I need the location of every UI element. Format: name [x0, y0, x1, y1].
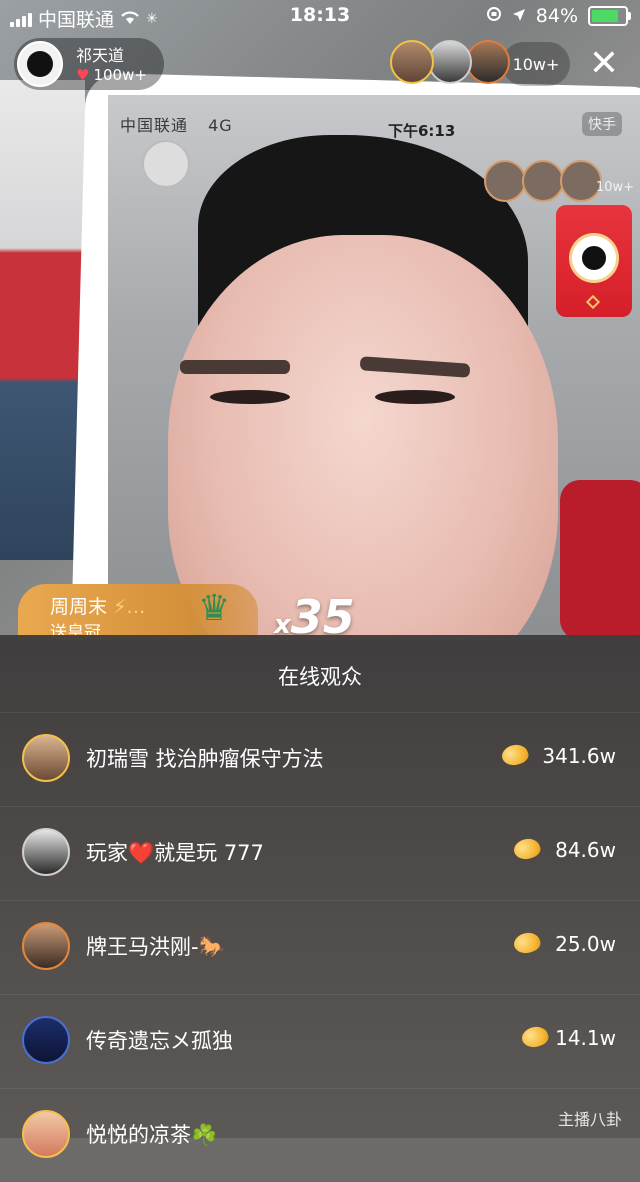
bean-icon [511, 929, 543, 957]
viewer-name: 传奇遗忘メ孤独 [86, 1029, 233, 1053]
anchor-avatar[interactable] [17, 41, 63, 87]
status-bar: 中国联通 ✳ 18:13 84% [0, 0, 640, 32]
viewer-name: 玩家❤️就是玩 777 [86, 841, 264, 865]
inner-network: 4G [208, 116, 233, 135]
live-video-background: 中国联通 4G 下午6:13 快手 10w+ [0, 0, 640, 640]
close-icon[interactable]: ✕ [584, 44, 624, 84]
gift-sender-name: 周周末 [50, 596, 108, 618]
sender-badge-icon: ⚡… [113, 596, 146, 618]
viewer-contribution: 25.0w [555, 932, 616, 956]
location-icon [512, 5, 526, 27]
inner-viewer-avatar [484, 160, 526, 202]
anchor-info[interactable]: 祁天道 ♥ 100w+ [14, 38, 164, 90]
viewer-contribution: 341.6w [542, 744, 616, 768]
gift-sender-line: 周周末 ⚡… [50, 592, 145, 619]
heart-icon: ♥ [76, 66, 90, 84]
viewer-row[interactable]: 玩家❤️就是玩 777 84.6w [0, 807, 640, 901]
eye [210, 390, 290, 404]
inner-app-brand: 快手 [582, 112, 622, 136]
viewer-avatar[interactable] [22, 1016, 70, 1064]
viewer-row[interactable]: 牌王马洪刚-🐎 25.0w [0, 901, 640, 995]
anchor-name: 祁天道 [76, 46, 125, 65]
face [168, 235, 558, 640]
viewer-list: 初瑞雪 找治肿瘤保守方法 341.6w 玩家❤️就是玩 777 84.6w 牌王… [0, 713, 640, 1182]
viewer-row[interactable]: 初瑞雪 找治肿瘤保守方法 341.6w [0, 713, 640, 807]
viewer-name: 牌王马洪刚-🐎 [86, 935, 225, 959]
inner-viewer-avatars [484, 160, 602, 202]
viewer-contribution: 84.6w [555, 838, 616, 862]
red-object [560, 480, 640, 640]
diamond-icon [585, 294, 601, 310]
rotation-lock-icon [486, 5, 502, 27]
battery-icon [588, 6, 631, 26]
bean-icon [499, 741, 531, 769]
viewer-contribution: 14.1w [555, 1026, 616, 1050]
top-viewer-avatar[interactable] [428, 40, 472, 84]
inner-viewer-count: 10w+ [596, 180, 635, 195]
viewer-avatar[interactable] [22, 734, 70, 782]
top-viewer-avatar[interactable] [466, 40, 510, 84]
inner-time: 下午6:13 [388, 122, 456, 140]
watermark: 主播八卦 [557, 1110, 622, 1129]
viewer-count-button[interactable]: 10w+ [502, 42, 570, 86]
crown-icon: ♛ [198, 588, 231, 629]
inner-viewer-avatar [522, 160, 564, 202]
top-viewer-avatar[interactable] [390, 40, 434, 84]
panel-title: 在线观众 [278, 665, 362, 689]
background-person [0, 80, 85, 560]
bean-icon [519, 1023, 551, 1051]
eye [375, 390, 455, 404]
top-viewer-avatars[interactable] [390, 40, 514, 88]
online-viewers-panel: 在线观众 初瑞雪 找治肿瘤保守方法 341.6w 玩家❤️就是玩 777 84.… [0, 635, 640, 1158]
anchor-likes: ♥ 100w+ [76, 66, 147, 84]
red-packet-avatar [569, 233, 619, 283]
viewer-avatar[interactable] [22, 922, 70, 970]
viewer-row[interactable]: 传奇遗忘メ孤独 14.1w [0, 995, 640, 1089]
inner-status: 中国联通 4G [120, 112, 233, 136]
gift-banner: 周周末 ⚡… 送皇冠 ♛ [18, 584, 258, 640]
viewer-avatar[interactable] [22, 1110, 70, 1158]
inner-carrier: 中国联通 [120, 116, 189, 135]
eyebrow [180, 360, 290, 374]
bean-icon [511, 835, 543, 863]
inner-anchor-avatar [142, 140, 190, 188]
viewer-name: 初瑞雪 找治肿瘤保守方法 [86, 747, 324, 771]
red-packet-button[interactable] [556, 205, 632, 317]
viewer-name: 悦悦的凉茶☘️ [86, 1123, 218, 1147]
viewer-avatar[interactable] [22, 828, 70, 876]
likes-count: 100w+ [93, 66, 147, 84]
battery-percent: 84% [535, 5, 578, 27]
viewer-row[interactable]: 悦悦的凉茶☘️ [0, 1089, 640, 1182]
